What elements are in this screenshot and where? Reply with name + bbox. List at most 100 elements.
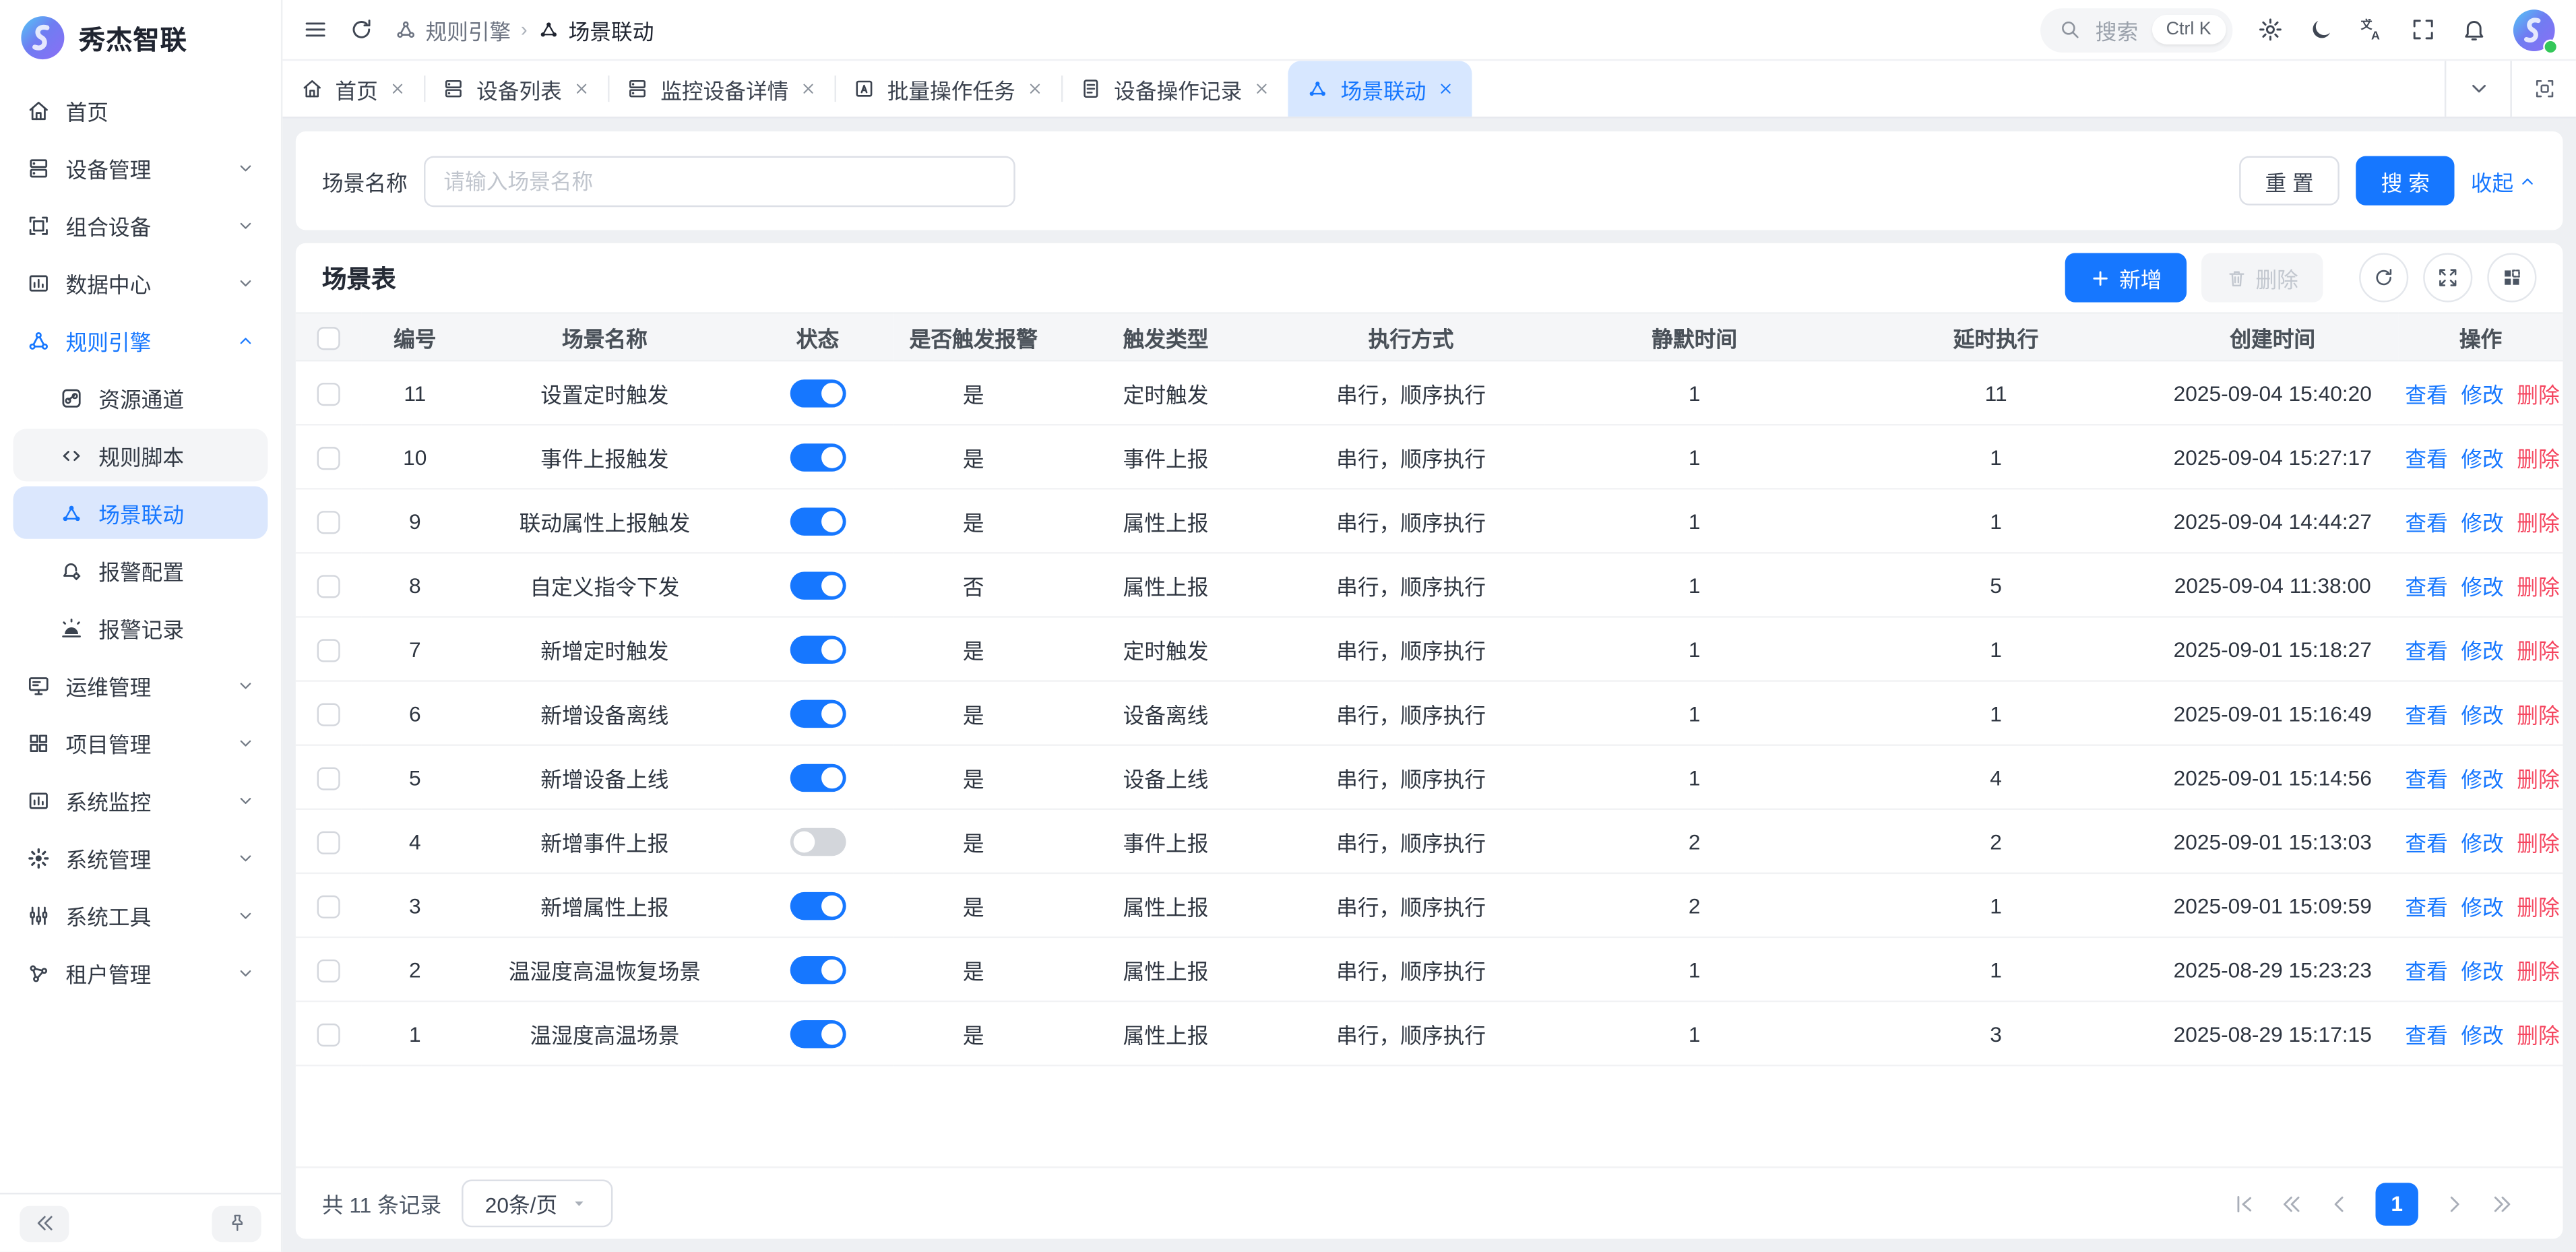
content-fullscreen-icon[interactable] — [2510, 61, 2576, 117]
chevrons-right-icon[interactable] — [2490, 1192, 2513, 1215]
sidebar-collapse-button[interactable] — [20, 1205, 69, 1241]
view-link[interactable]: 查看 — [2405, 446, 2447, 471]
sidebar-item-ops-mgmt[interactable]: 运维管理 — [13, 659, 268, 712]
reset-button[interactable]: 重 置 — [2238, 156, 2339, 206]
search-button[interactable]: 搜 索 — [2356, 156, 2454, 206]
row-checkbox[interactable] — [317, 639, 340, 662]
row-checkbox[interactable] — [317, 895, 340, 918]
status-toggle[interactable] — [790, 763, 846, 791]
tab-home[interactable]: 首页 — [282, 61, 424, 117]
table-refresh-button[interactable] — [2359, 253, 2408, 302]
view-link[interactable]: 查看 — [2405, 574, 2447, 599]
view-link[interactable]: 查看 — [2405, 766, 2447, 791]
row-checkbox[interactable] — [317, 447, 340, 470]
row-checkbox[interactable] — [317, 575, 340, 598]
refresh-icon[interactable] — [348, 16, 375, 42]
delete-link[interactable]: 删除 — [2517, 702, 2559, 727]
view-link[interactable]: 查看 — [2405, 702, 2447, 727]
sidebar-pin-button[interactable] — [212, 1205, 261, 1241]
language-translate-icon[interactable]: 文A — [2359, 16, 2385, 42]
sidebar-subitem-rule-script[interactable]: 规则脚本 — [13, 429, 268, 481]
page-size-select[interactable]: 20条/页 — [461, 1180, 612, 1228]
row-checkbox[interactable] — [317, 383, 340, 406]
view-link[interactable]: 查看 — [2405, 959, 2447, 984]
page-number-button[interactable]: 1 — [2375, 1182, 2418, 1224]
dark-mode-moon-icon[interactable] — [2308, 16, 2335, 42]
delete-link[interactable]: 删除 — [2517, 382, 2559, 407]
status-toggle[interactable] — [790, 699, 846, 726]
row-checkbox[interactable] — [317, 831, 340, 854]
delete-link[interactable]: 删除 — [2517, 1023, 2559, 1048]
status-toggle[interactable] — [790, 507, 846, 534]
notifications-bell-icon[interactable] — [2461, 16, 2487, 42]
status-toggle[interactable] — [790, 571, 846, 598]
delete-button[interactable]: 删除 — [2201, 253, 2323, 302]
sidebar-item-sys-mgmt[interactable]: 系统管理 — [13, 832, 268, 884]
view-link[interactable]: 查看 — [2405, 1023, 2447, 1048]
breadcrumb-scene-link[interactable]: 场景联动 — [537, 14, 654, 45]
tabs-dropdown-chevron-icon[interactable] — [2445, 61, 2511, 117]
sidebar-item-sys-tools[interactable]: 系统工具 — [13, 889, 268, 941]
sidebar-item-project-mgmt[interactable]: 项目管理 — [13, 716, 268, 769]
user-avatar[interactable] — [2512, 7, 2556, 52]
edit-link[interactable]: 修改 — [2461, 1023, 2503, 1048]
sidebar-item-tenant-mgmt[interactable]: 租户管理 — [13, 946, 268, 999]
row-checkbox[interactable] — [317, 767, 340, 790]
table-expand-button[interactable] — [2423, 253, 2472, 302]
delete-link[interactable]: 删除 — [2517, 446, 2559, 471]
tab-device-list[interactable]: 设备列表 — [424, 61, 608, 117]
breadcrumb-rule-engine[interactable]: 规则引擎 — [394, 14, 511, 45]
tab-close-icon[interactable] — [1253, 80, 1269, 96]
status-toggle[interactable] — [790, 891, 846, 919]
sidebar-item-sys-monitor[interactable]: 系统监控 — [13, 774, 268, 826]
view-link[interactable]: 查看 — [2405, 830, 2447, 855]
fullscreen-icon[interactable] — [2410, 16, 2437, 42]
sidebar-item-home[interactable]: 首页 — [13, 84, 268, 136]
hamburger-menu-icon[interactable] — [303, 16, 329, 42]
row-checkbox[interactable] — [317, 511, 340, 534]
delete-link[interactable]: 删除 — [2517, 574, 2559, 599]
table-columns-button[interactable] — [2487, 253, 2536, 302]
chevron-left-icon[interactable] — [2328, 1192, 2351, 1215]
edit-link[interactable]: 修改 — [2461, 510, 2503, 535]
status-toggle[interactable] — [790, 379, 846, 406]
tab-close-icon[interactable] — [1438, 80, 1454, 96]
view-link[interactable]: 查看 — [2405, 638, 2447, 663]
collapse-filter-link[interactable]: 收起 — [2471, 165, 2537, 196]
status-toggle[interactable] — [790, 1020, 846, 1047]
row-checkbox[interactable] — [317, 1023, 340, 1046]
sidebar-subitem-resource-channel[interactable]: 资源通道 — [13, 371, 268, 424]
edit-link[interactable]: 修改 — [2461, 702, 2503, 727]
delete-link[interactable]: 删除 — [2517, 638, 2559, 663]
edit-link[interactable]: 修改 — [2461, 382, 2503, 407]
sidebar-item-device-mgmt[interactable]: 设备管理 — [13, 142, 268, 194]
status-toggle[interactable] — [790, 635, 846, 662]
delete-link[interactable]: 删除 — [2517, 510, 2559, 535]
tab-monitor-device-detail[interactable]: 监控设备详情 — [608, 61, 834, 117]
delete-link[interactable]: 删除 — [2517, 959, 2559, 984]
edit-link[interactable]: 修改 — [2461, 959, 2503, 984]
status-toggle[interactable] — [790, 956, 846, 983]
scene-name-input[interactable] — [424, 155, 1015, 206]
edit-link[interactable]: 修改 — [2461, 638, 2503, 663]
settings-gear-icon[interactable] — [2257, 16, 2284, 42]
tab-device-op-log[interactable]: 设备操作记录 — [1061, 61, 1288, 117]
sidebar-subitem-alarm-config[interactable]: 报警配置 — [13, 544, 268, 596]
status-toggle[interactable] — [790, 827, 846, 855]
row-checkbox[interactable] — [317, 959, 340, 982]
global-search[interactable]: 搜索 Ctrl K — [2041, 7, 2232, 52]
sidebar-item-combo-device[interactable]: 组合设备 — [13, 199, 268, 251]
page-first-icon[interactable] — [2232, 1192, 2255, 1215]
delete-link[interactable]: 删除 — [2517, 766, 2559, 791]
delete-link[interactable]: 删除 — [2517, 895, 2559, 920]
edit-link[interactable]: 修改 — [2461, 446, 2503, 471]
edit-link[interactable]: 修改 — [2461, 574, 2503, 599]
tab-close-icon[interactable] — [389, 80, 406, 96]
tab-close-icon[interactable] — [573, 80, 590, 96]
add-button[interactable]: 新增 — [2065, 253, 2187, 302]
chevron-right-icon[interactable] — [2443, 1192, 2465, 1215]
edit-link[interactable]: 修改 — [2461, 830, 2503, 855]
view-link[interactable]: 查看 — [2405, 382, 2447, 407]
edit-link[interactable]: 修改 — [2461, 895, 2503, 920]
select-all-checkbox[interactable] — [317, 327, 340, 350]
